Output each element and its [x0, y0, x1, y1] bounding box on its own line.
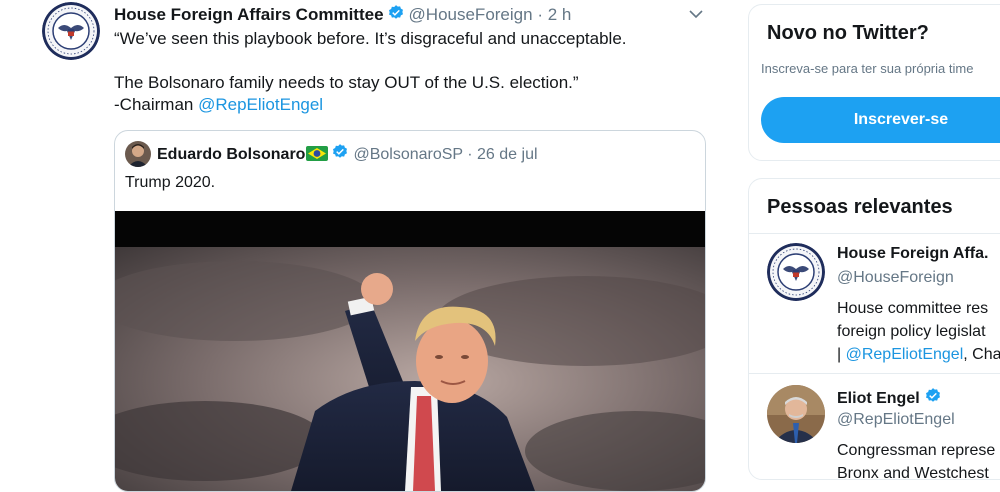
video-frame-image [115, 211, 705, 491]
signup-subtitle: Inscreva-se para ter sua própria time [761, 61, 974, 76]
tweet-handle[interactable]: @HouseForeign [409, 5, 533, 24]
signup-card: Novo no Twitter? Inscreva-se para ter su… [748, 4, 1000, 161]
committee-seal-icon [767, 243, 825, 301]
tweet-mention-link[interactable]: @RepEliotEngel [198, 95, 323, 114]
tweet-menu-button[interactable] [686, 4, 706, 24]
quoted-handle[interactable]: @BolsonaroSP [353, 146, 462, 163]
brazil-flag-icon [306, 146, 329, 161]
person-name[interactable]: Eliot Engel [837, 390, 920, 407]
committee-seal-avatar[interactable] [42, 2, 100, 60]
avatar-photo-icon [767, 385, 825, 443]
signup-button[interactable]: Inscrever-se [761, 97, 1000, 143]
quoted-author-avatar[interactable] [125, 141, 151, 167]
person-bio: Congressman represe Bronx and Westchest [837, 442, 996, 480]
relevant-people-title: Pessoas relevantes [767, 196, 953, 218]
quoted-text: Trump 2020. [125, 174, 216, 191]
quoted-header: Eduardo Bolsonaro @BolsonaroSP · 26 de ju… [157, 143, 538, 167]
person-row-houseforeign[interactable]: House Foreign Affa. @HouseForeign House … [749, 233, 1000, 373]
person-avatar[interactable] [767, 385, 825, 443]
avatar-photo-icon [125, 141, 151, 167]
person-bio: House committee res foreign policy legis… [837, 297, 1000, 366]
quoted-tweet[interactable]: Eduardo Bolsonaro @BolsonaroSP · 26 de ju… [114, 130, 706, 492]
verified-badge-icon [924, 387, 942, 410]
tweet-text: “We’ve seen this playbook before. It’s d… [114, 28, 704, 116]
quoted-date[interactable]: 26 de jul [477, 146, 538, 163]
tweet-author-name[interactable]: House Foreign Affairs Committee [114, 5, 384, 24]
video-thumbnail[interactable] [115, 211, 705, 491]
person-handle[interactable]: @HouseForeign [837, 269, 954, 287]
verified-badge-icon [387, 4, 405, 27]
quoted-author-name[interactable]: Eduardo Bolsonaro [157, 146, 305, 163]
person-avatar[interactable] [767, 243, 825, 301]
separator-dot: · [467, 146, 473, 163]
person-handle[interactable]: @RepEliotEngel [837, 411, 955, 429]
tweet-time[interactable]: 2 h [548, 5, 572, 24]
person-name[interactable]: House Foreign Affa. [837, 245, 988, 263]
person-bio-tail: , Cha [963, 346, 1000, 363]
chevron-down-icon [689, 10, 703, 19]
person-row-eliotengel[interactable]: Eliot Engel @RepEliotEngel Congressman r… [749, 373, 1000, 480]
separator-dot: · [537, 5, 543, 24]
signup-title: Novo no Twitter? [767, 22, 929, 44]
relevant-people-card: Pessoas relevantes House Foreign Affa. @… [748, 178, 1000, 480]
person-bio-mention-link[interactable]: @RepEliotEngel [846, 346, 964, 363]
person-name-row: Eliot Engel [837, 387, 946, 410]
committee-seal-icon [42, 2, 100, 60]
verified-badge-icon [331, 143, 349, 167]
tweet-body: “We’ve seen this playbook before. It’s d… [114, 29, 627, 114]
tweet-header: House Foreign Affairs Committee @HouseFor… [114, 4, 571, 27]
